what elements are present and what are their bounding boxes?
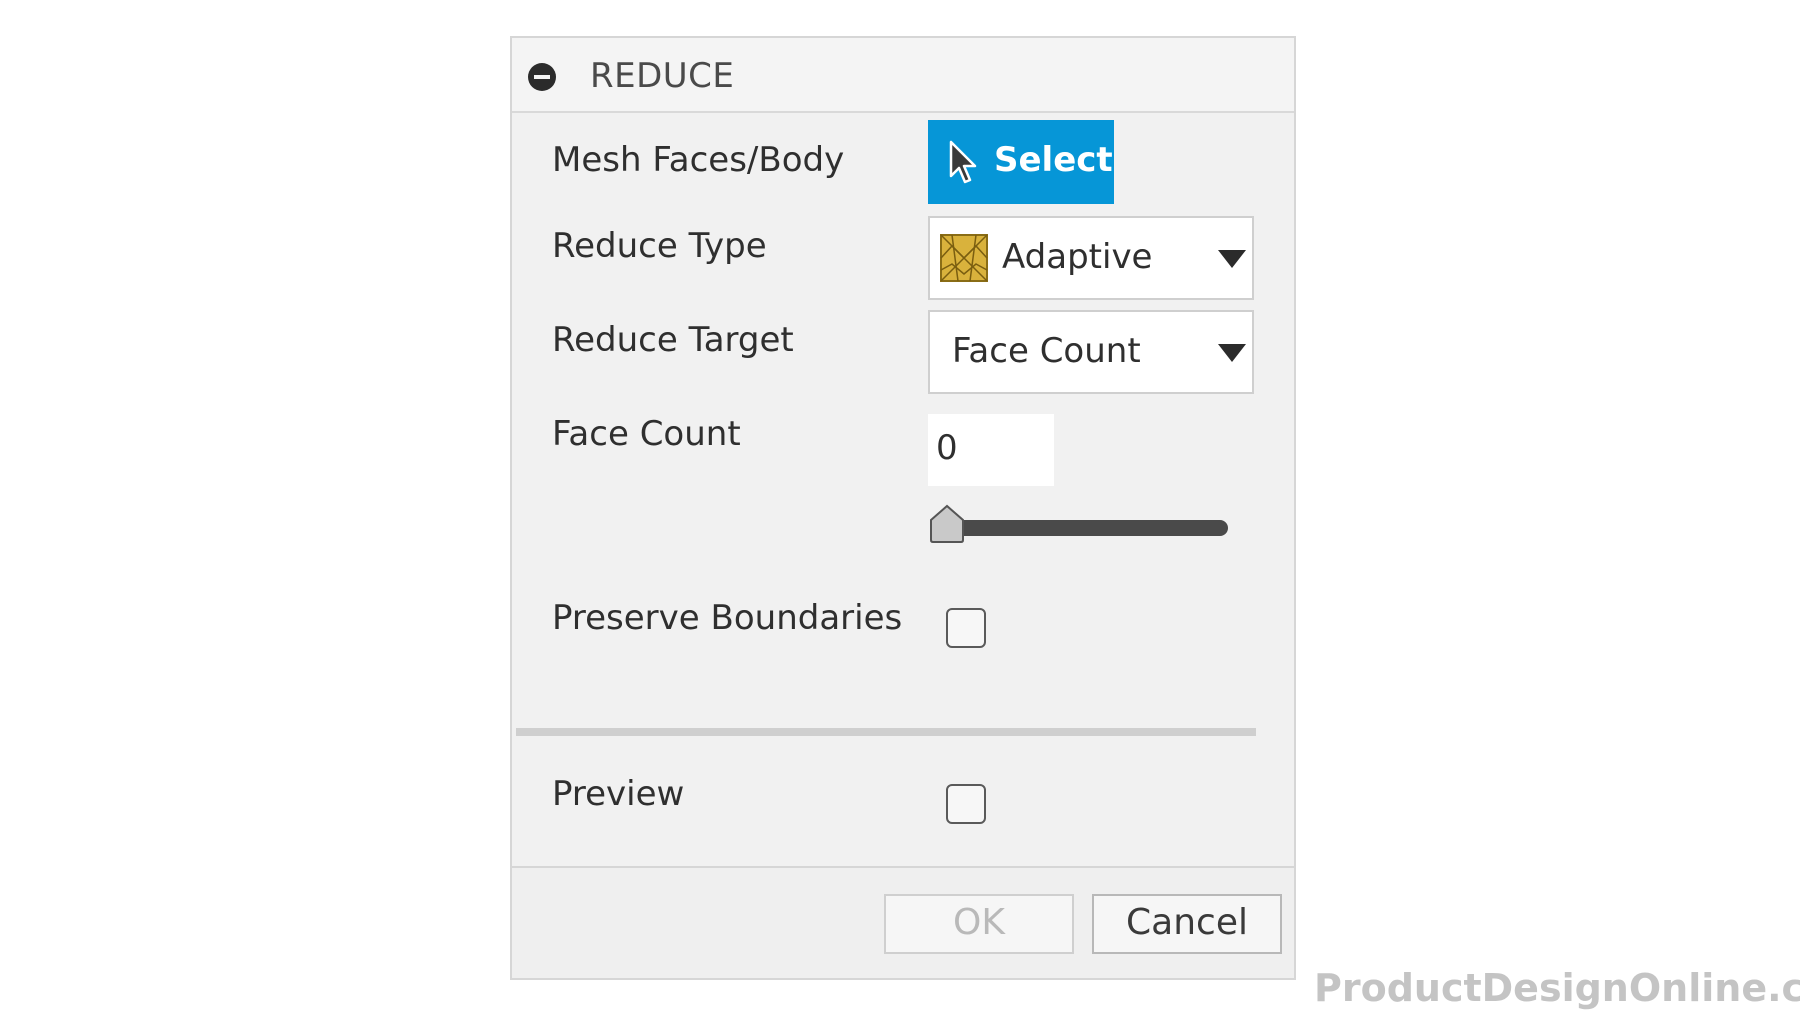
ok-button[interactable]: OK <box>884 894 1074 954</box>
mesh-faces-label: Mesh Faces/Body <box>552 140 845 180</box>
cancel-button[interactable]: Cancel <box>1092 894 1282 954</box>
dialog-titlebar: REDUCE <box>512 38 1294 113</box>
chevron-down-icon <box>1218 250 1246 268</box>
dialog-title: REDUCE <box>590 56 735 96</box>
face-count-label: Face Count <box>552 414 741 454</box>
reduce-target-label: Reduce Target <box>552 320 794 360</box>
reduce-type-value: Adaptive <box>1002 237 1153 277</box>
reduce-dialog: REDUCE Mesh Faces/Body Select Reduce Typ… <box>510 36 1296 980</box>
divider <box>516 728 1256 736</box>
cursor-icon <box>949 140 977 184</box>
reduce-target-dropdown[interactable]: Face Count <box>928 310 1254 394</box>
preserve-boundaries-checkbox[interactable] <box>946 608 986 648</box>
reduce-target-value: Face Count <box>952 331 1141 371</box>
select-button-label: Select <box>994 140 1113 180</box>
preserve-boundaries-label: Preserve Boundaries <box>552 598 903 638</box>
preview-label: Preview <box>552 774 685 814</box>
dialog-footer: OK Cancel <box>512 866 1294 978</box>
collapse-icon[interactable] <box>528 63 556 91</box>
select-button[interactable]: Select <box>928 120 1114 204</box>
reduce-type-dropdown[interactable]: Adaptive <box>928 216 1254 300</box>
watermark: ProductDesignOnline.com <box>1314 966 1800 1010</box>
slider-thumb[interactable] <box>928 504 966 544</box>
chevron-down-icon <box>1218 344 1246 362</box>
reduce-type-label: Reduce Type <box>552 226 767 266</box>
preview-checkbox[interactable] <box>946 784 986 824</box>
face-count-input[interactable]: 0 <box>928 414 1054 486</box>
adaptive-mesh-icon <box>940 234 988 282</box>
face-count-slider[interactable] <box>934 520 1228 536</box>
